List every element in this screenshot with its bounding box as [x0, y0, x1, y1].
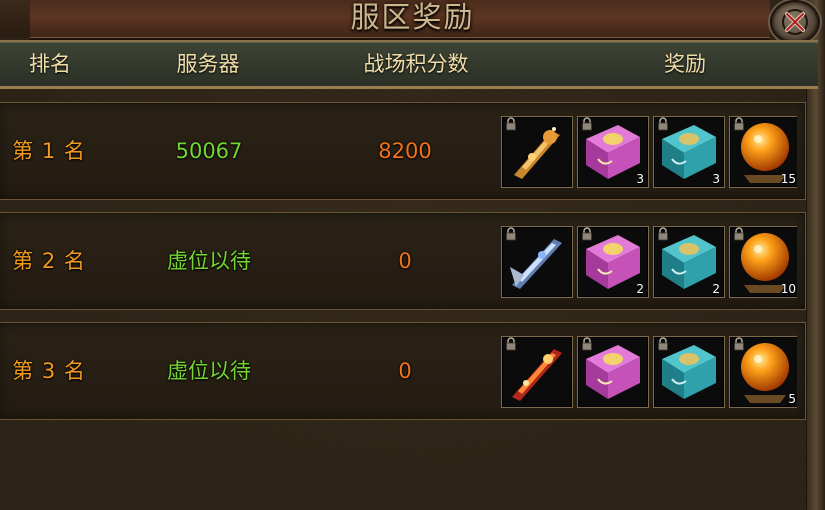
reward-slot[interactable]: 3 — [653, 116, 725, 188]
reward-slot[interactable]: 15 — [729, 116, 797, 188]
table-row: 第 1 名 50067 8200 3 3 15 — [0, 102, 806, 200]
reward-list: 3 3 15 — [501, 116, 797, 188]
rank-label: 第 1 名 — [12, 139, 86, 163]
reward-quantity: 2 — [712, 282, 720, 296]
close-button[interactable] — [770, 0, 820, 44]
server-name: 虚位以待 — [167, 359, 251, 383]
header-server: 服务器 — [176, 52, 240, 76]
reward-slot[interactable] — [577, 336, 649, 408]
lock-icon — [582, 117, 592, 131]
reward-quantity: 3 — [636, 172, 644, 186]
lock-icon — [506, 117, 516, 131]
server-name: 虚位以待 — [167, 249, 251, 273]
reward-quantity: 3 — [712, 172, 720, 186]
lock-icon — [506, 227, 516, 241]
table-header: 排名 服务器 战场积分数 奖励 — [0, 40, 818, 89]
lock-icon — [658, 337, 668, 351]
reward-slot[interactable] — [501, 336, 573, 408]
server-name: 50067 — [175, 139, 243, 163]
score-value: 0 — [398, 359, 412, 383]
rank-label: 第 3 名 — [12, 359, 86, 383]
reward-list: 5 — [501, 336, 797, 408]
header-rank: 排名 — [29, 52, 71, 76]
table-row: 第 2 名 虚位以待 0 2 2 10 — [0, 212, 806, 310]
score-value: 8200 — [378, 139, 432, 163]
reward-slot[interactable]: 3 — [577, 116, 649, 188]
lock-icon — [734, 337, 744, 351]
rank-label: 第 2 名 — [12, 249, 86, 273]
reward-slot[interactable] — [501, 226, 573, 298]
close-icon — [782, 9, 808, 35]
reward-slot[interactable]: 2 — [577, 226, 649, 298]
header-reward: 奖励 — [664, 52, 706, 76]
reward-slot[interactable] — [653, 336, 725, 408]
window-title: 服区奖励 — [350, 0, 475, 34]
lock-icon — [506, 337, 516, 351]
lock-icon — [658, 117, 668, 131]
header-score: 战场积分数 — [363, 52, 469, 76]
score-value: 0 — [398, 249, 412, 273]
lock-icon — [582, 227, 592, 241]
reward-slot[interactable] — [501, 116, 573, 188]
reward-slot[interactable]: 2 — [653, 226, 725, 298]
reward-slot[interactable]: 5 — [729, 336, 797, 408]
lock-icon — [582, 337, 592, 351]
reward-slot[interactable]: 10 — [729, 226, 797, 298]
lock-icon — [658, 227, 668, 241]
table-row: 第 3 名 虚位以待 0 5 — [0, 322, 806, 420]
reward-quantity: 15 — [780, 172, 796, 186]
reward-quantity: 5 — [788, 392, 796, 406]
lock-icon — [734, 227, 744, 241]
reward-quantity: 2 — [636, 282, 644, 296]
lock-icon — [734, 117, 744, 131]
reward-list: 2 2 10 — [501, 226, 797, 298]
reward-quantity: 10 — [780, 282, 796, 296]
